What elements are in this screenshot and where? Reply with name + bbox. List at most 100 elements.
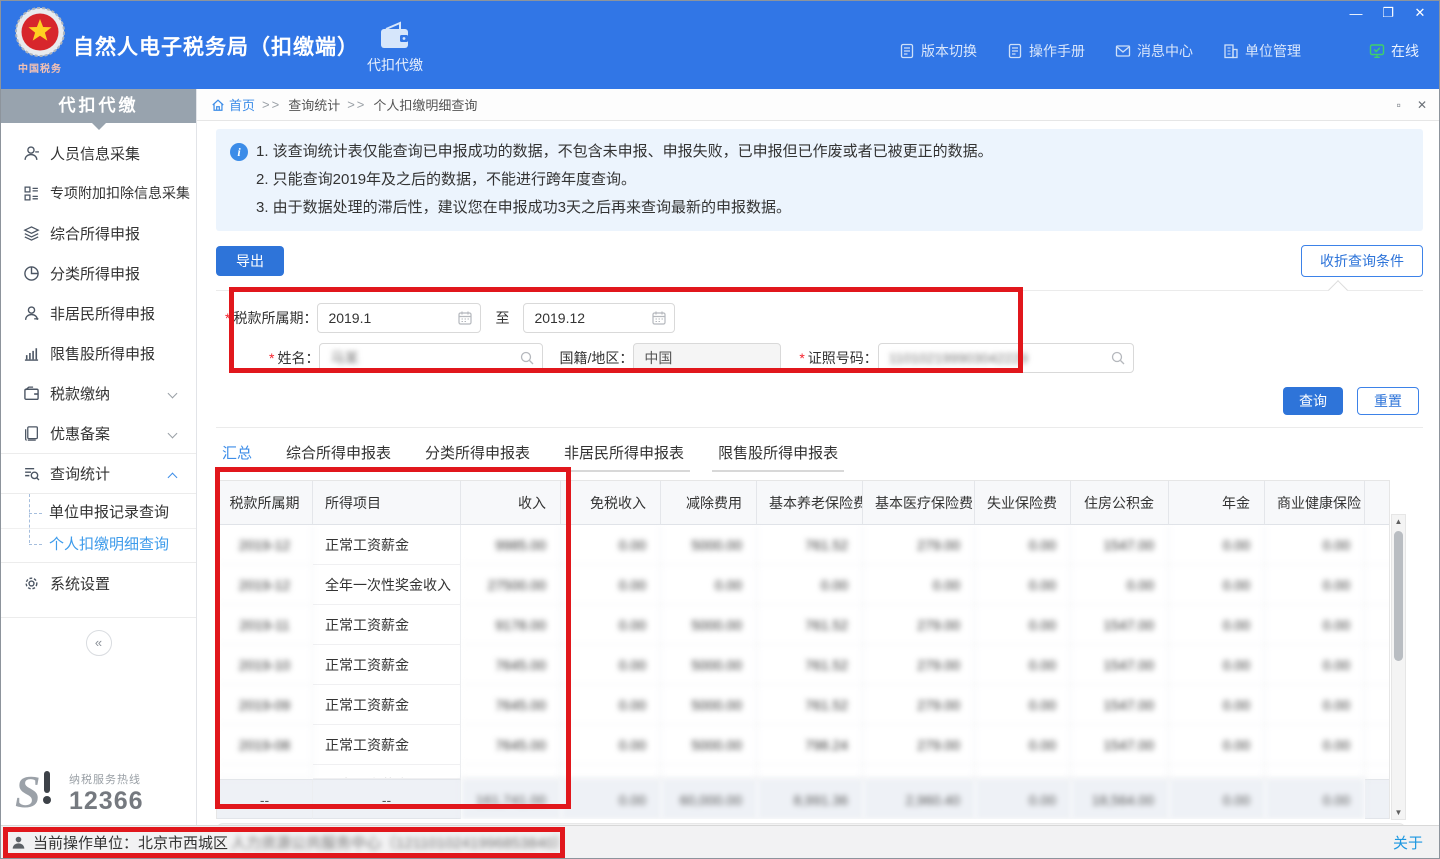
query-button[interactable]: 查询 [1283, 387, 1343, 415]
table-row[interactable]: 2019-12正常工资薪金9985.000.005000.00761.52279… [217, 525, 1390, 565]
window-close-button[interactable]: ✕ [1411, 5, 1429, 21]
sidebar-item-nonresident-income-declare[interactable]: 非居民所得申报 [1, 293, 196, 333]
breadcrumb-home[interactable]: 首页 [211, 95, 255, 114]
name-input[interactable]: 马某 [319, 343, 543, 373]
table-total-cell: 0.00 [1169, 779, 1265, 819]
sidebar-subitem-personal-withholding-detail-query[interactable]: 个人扣缴明细查询 [1, 528, 196, 559]
breadcrumb-item[interactable]: 查询统计 [288, 95, 340, 114]
table-total-cell: 0.00 [1265, 779, 1365, 819]
search-icon[interactable] [519, 350, 535, 366]
tab-classified[interactable]: 分类所得申报表 [419, 436, 536, 472]
table-row[interactable]: 2019-07正常工资薪金7645.000.005000.00798.24279… [217, 765, 1390, 779]
copy-icon [23, 425, 40, 442]
sidebar-item-preference-filing[interactable]: 优惠备案 [1, 413, 196, 453]
scroll-up-icon[interactable]: ▲ [1392, 515, 1405, 528]
sidebar-item-restricted-shares-declare[interactable]: 限售股所得申报 [1, 333, 196, 373]
column-header: 收入 [461, 481, 561, 525]
table-header-row: 税款所属期所得项目收入免税收入减除费用基本养老保险费基本医疗保险费失业保险费住房… [217, 481, 1390, 525]
sidebar-item-system-settings[interactable]: 系统设置 [1, 563, 196, 603]
nav-online-status[interactable]: 在线 [1369, 41, 1419, 61]
tab-restricted[interactable]: 限售股所得申报表 [712, 436, 844, 472]
table-cell: 798.24 [757, 765, 863, 779]
sidebar-header: 代扣代缴 [1, 89, 196, 123]
table-cell: 5000.00 [661, 685, 757, 725]
nav-message-center[interactable]: 消息中心 [1115, 41, 1193, 61]
column-header: 所得项目 [313, 481, 461, 525]
sidebar-item-special-deduction-collect[interactable]: 专项附加扣除信息采集 [1, 173, 196, 213]
sidebar-item-comprehensive-income-declare[interactable]: 综合所得申报 [1, 213, 196, 253]
table-cell: 761.52 [757, 645, 863, 685]
tab-withholding[interactable]: 代扣代缴 [349, 1, 441, 89]
table-cell: 0.00 [1169, 725, 1265, 765]
online-icon [1369, 43, 1385, 59]
table-cell: 7645.00 [461, 765, 561, 779]
sidebar-item-label: 优惠备案 [50, 423, 110, 444]
table-cell: 0.00 [757, 565, 863, 605]
table-cell: 1547.00 [1071, 725, 1169, 765]
window-controls: — ❐ ✕ [1347, 5, 1429, 21]
table-cell: 0.00 [863, 565, 975, 605]
table-row[interactable]: 2019-12全年一次性奖金收入27500.000.000.000.000.00… [217, 565, 1390, 605]
tab-summary[interactable]: 汇总 [216, 436, 258, 472]
search-icon[interactable] [1110, 350, 1126, 366]
top-header: 中国税务 自然人电子税务局（扣缴端） 代扣代缴 版本切换操作手册消息中心单位管理… [1, 1, 1439, 89]
user-icon [11, 835, 26, 850]
table-cell: 1547.00 [1071, 765, 1169, 779]
sidebar-item-label: 综合所得申报 [50, 223, 140, 244]
about-link[interactable]: 关于 [1393, 832, 1423, 853]
mail-icon [1115, 43, 1131, 59]
collapse-filter-button[interactable]: 收折查询条件 [1301, 245, 1423, 277]
reset-button[interactable]: 重置 [1357, 387, 1419, 415]
building-icon [1223, 43, 1239, 59]
period-from-input[interactable]: 2019.1 [317, 303, 481, 333]
sidebar-item-label: 分类所得申报 [50, 263, 140, 284]
sidebar-subitem-unit-declare-record-query[interactable]: 单位申报记录查询 [1, 497, 196, 528]
page-restore-icon[interactable]: ▫ [1397, 98, 1401, 112]
tab-comprehensive[interactable]: 综合所得申报表 [280, 436, 397, 472]
column-header: 年金 [1169, 481, 1265, 525]
table-cell [1365, 605, 1390, 645]
nav-operation-manual[interactable]: 操作手册 [1007, 41, 1085, 61]
export-button[interactable]: 导出 [216, 246, 284, 276]
table-cell: 2019-08 [217, 725, 313, 765]
info-icon: i [230, 143, 248, 161]
scroll-down-icon[interactable]: ▼ [1392, 806, 1405, 819]
table-cell: 5000.00 [661, 725, 757, 765]
tab-nonresident[interactable]: 非居民所得申报表 [558, 436, 690, 472]
table-cell [1365, 565, 1390, 605]
column-header: 住房公积金 [1071, 481, 1169, 525]
column-header: 减除费用 [661, 481, 757, 525]
vertical-scrollbar[interactable]: ▲ ▼ [1391, 514, 1406, 820]
id-number-label: *证照号码： [799, 348, 877, 368]
table-cell: 0.00 [975, 645, 1071, 685]
column-header: 免税收入 [561, 481, 661, 525]
table-row[interactable]: 2019-10正常工资薪金7645.000.005000.00761.52279… [217, 645, 1390, 685]
sidebar-item-classified-income-declare[interactable]: 分类所得申报 [1, 253, 196, 293]
sidebar-menu: 人员信息采集专项附加扣除信息采集综合所得申报分类所得申报非居民所得申报限售股所得… [1, 133, 196, 603]
sidebar-collapse-button[interactable]: « [86, 630, 112, 656]
app-title: 自然人电子税务局（扣缴端） [73, 31, 359, 61]
nav-label: 消息中心 [1137, 41, 1193, 61]
operating-unit-label: 当前操作单位： [33, 832, 138, 853]
table-row[interactable]: 2019-08正常工资薪金7645.000.005000.00798.24279… [217, 725, 1390, 765]
page-close-icon[interactable]: ✕ [1417, 98, 1427, 112]
table-total-cell: 2,960.40 [863, 779, 975, 819]
sidebar-item-label: 系统设置 [50, 573, 110, 594]
tab-withholding-label: 代扣代缴 [367, 57, 423, 73]
id-number-input[interactable]: 110102199903042229 [878, 343, 1134, 373]
table-cell: 5000.00 [661, 765, 757, 779]
window-restore-button[interactable]: ❐ [1379, 5, 1397, 21]
sidebar-item-tax-payment[interactable]: 税款缴纳 [1, 373, 196, 413]
table-row[interactable]: 2019-09正常工资薪金7645.000.005000.00761.52279… [217, 685, 1390, 725]
period-to-input[interactable]: 2019.12 [523, 303, 675, 333]
sidebar-item-person-info-collect[interactable]: 人员信息采集 [1, 133, 196, 173]
table-cell: 9178.00 [461, 605, 561, 645]
table-row[interactable]: 2019-11正常工资薪金9178.000.005000.00761.52279… [217, 605, 1390, 645]
sidebar-item-label: 非居民所得申报 [50, 303, 155, 324]
vertical-scroll-thumb[interactable] [1394, 531, 1403, 661]
nav-unit-management[interactable]: 单位管理 [1223, 41, 1301, 61]
sidebar-item-query-statistics[interactable]: 查询统计 [1, 453, 196, 493]
window-minimize-button[interactable]: — [1347, 5, 1365, 21]
table-cell: 0.00 [1169, 645, 1265, 685]
nav-version-switch[interactable]: 版本切换 [899, 41, 977, 61]
